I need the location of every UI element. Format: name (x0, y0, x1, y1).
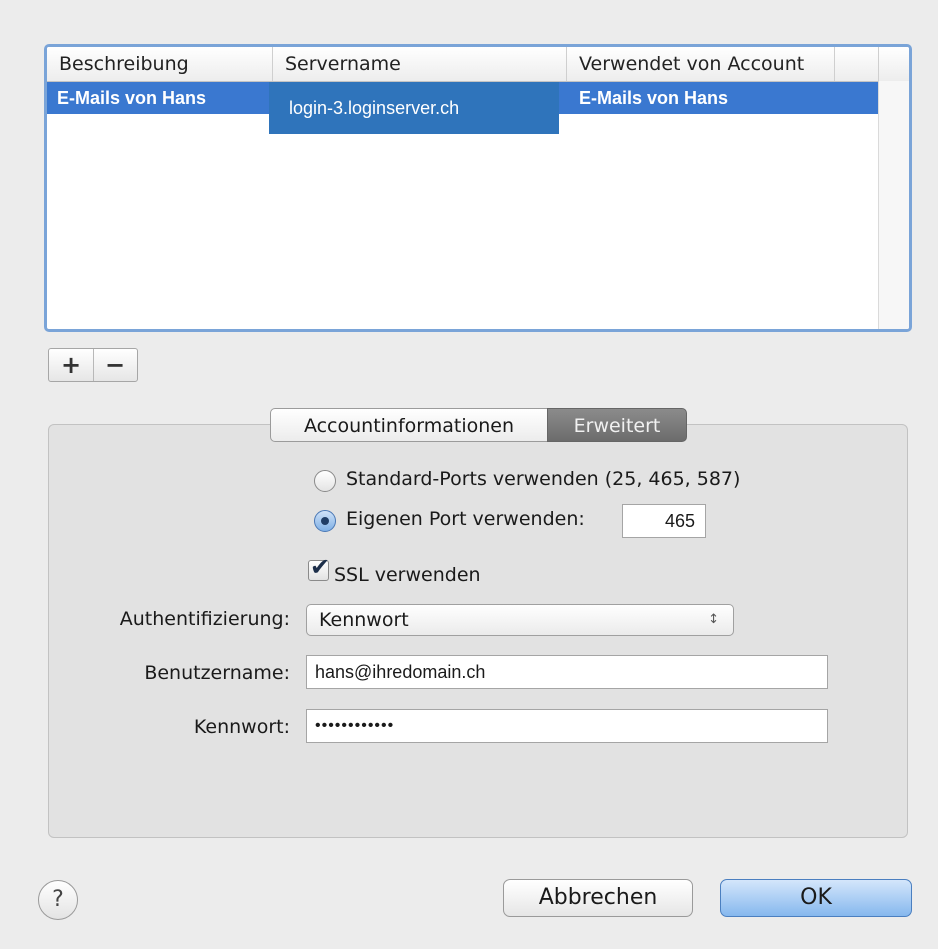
password-field[interactable]: •••••••••••• (306, 709, 828, 743)
column-header-used-by-account[interactable]: Verwendet von Account (567, 47, 835, 81)
table-header: Beschreibung Servername Verwendet von Ac… (47, 47, 909, 82)
help-button[interactable]: ? (38, 880, 78, 920)
add-server-button[interactable]: + (49, 349, 94, 381)
authentication-label: Authentifizierung: (119, 608, 290, 630)
custom-port-label: Eigenen Port verwenden: (346, 508, 585, 530)
password-label: Kennwort: (193, 716, 290, 738)
remove-server-button[interactable]: − (93, 349, 137, 381)
tab-account-information[interactable]: Accountinformationen (270, 408, 548, 442)
up-down-arrows-icon: ↕ (708, 612, 719, 627)
standard-ports-label: Standard-Ports verwenden (25, 465, 587) (346, 468, 741, 490)
ok-button[interactable]: OK (720, 879, 912, 917)
username-label: Benutzername: (144, 662, 290, 684)
cell-used-by-account: E-Mails von Hans (579, 88, 729, 108)
authentication-select[interactable]: Kennwort ↕ (306, 604, 734, 636)
cell-description: E-Mails von Hans (57, 88, 207, 108)
column-header-servername[interactable]: Servername (273, 47, 567, 81)
standard-ports-radio[interactable] (314, 470, 336, 492)
username-field[interactable]: hans@ihredomain.ch (306, 655, 828, 689)
authentication-value: Kennwort (319, 609, 409, 631)
column-header-empty (835, 47, 879, 81)
table-scrollbar[interactable] (878, 81, 909, 329)
ssl-label: SSL verwenden (334, 564, 481, 586)
tab-advanced[interactable]: Erweitert (547, 408, 687, 442)
add-remove-button-group: + − (48, 348, 138, 382)
cancel-button[interactable]: Abbrechen (503, 879, 693, 917)
column-header-description[interactable]: Beschreibung (47, 47, 273, 81)
ssl-checkbox[interactable] (308, 553, 330, 581)
smtp-server-table[interactable]: Beschreibung Servername Verwendet von Ac… (44, 44, 912, 332)
port-input[interactable]: 465 (622, 504, 706, 538)
custom-port-radio[interactable] (314, 510, 336, 532)
cell-servername[interactable]: login-3.loginserver.ch (269, 82, 559, 134)
